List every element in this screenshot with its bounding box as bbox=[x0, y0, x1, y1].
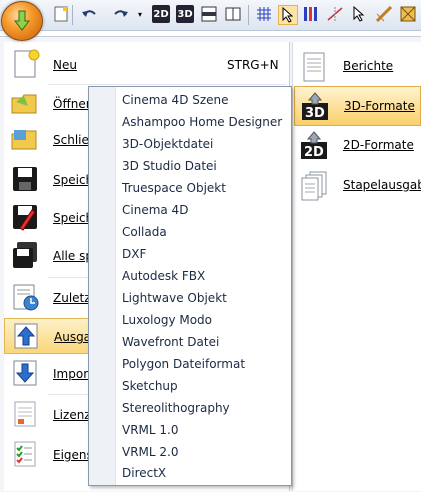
app-menu-orb[interactable] bbox=[1, 1, 43, 41]
toolbar-separator bbox=[248, 5, 249, 25]
import-icon bbox=[10, 358, 40, 388]
submenu-item[interactable]: DXF bbox=[122, 244, 146, 264]
columns-icon[interactable] bbox=[301, 5, 319, 23]
submenu-item[interactable]: 3D-Objektdatei bbox=[122, 134, 213, 154]
menu-item-label: 2D-Formate bbox=[343, 138, 414, 152]
floor-icon[interactable] bbox=[200, 5, 218, 23]
new-document-icon bbox=[10, 49, 40, 79]
submenu-item[interactable]: Lightwave Objekt bbox=[122, 288, 227, 308]
3d-formats-submenu: Cinema 4D Szene Ashampoo Home Designer 3… bbox=[88, 86, 292, 486]
properties-icon bbox=[10, 439, 40, 469]
reports-icon bbox=[298, 51, 330, 83]
submenu-item[interactable]: Luxology Modo bbox=[122, 310, 212, 330]
menu-item-label: Berichte bbox=[343, 59, 394, 73]
batch-export-icon bbox=[298, 170, 330, 202]
quick-access-toolbar: ▾ 2D 3D bbox=[0, 0, 421, 31]
license-icon bbox=[10, 399, 40, 429]
submenu-item[interactable]: Stereolithography bbox=[122, 398, 230, 418]
export-icon bbox=[11, 321, 41, 351]
submenu-item[interactable]: Wavefront Datei bbox=[122, 332, 219, 352]
save-all-icon bbox=[10, 240, 40, 270]
menu-item-label: Eigens bbox=[53, 448, 93, 462]
chevron-down-icon[interactable]: ▾ bbox=[131, 5, 149, 23]
submenu-item[interactable]: Collada bbox=[122, 222, 167, 242]
select-icon[interactable] bbox=[350, 5, 368, 23]
menu-item-reports[interactable]: Berichte bbox=[294, 47, 421, 87]
svg-text:2D: 2D bbox=[304, 145, 324, 160]
wall-icon[interactable] bbox=[375, 5, 393, 23]
menu-item-label: Schlie bbox=[53, 133, 89, 147]
submenu-item[interactable]: Cinema 4D Szene bbox=[122, 90, 229, 110]
2d-formats-icon: 2D bbox=[298, 130, 330, 162]
2d-icon[interactable]: 2D bbox=[152, 5, 170, 23]
shortcut-label: STRG+N bbox=[227, 58, 279, 72]
roof-icon[interactable] bbox=[399, 5, 417, 23]
submenu-item[interactable]: Autodesk FBX bbox=[122, 266, 205, 286]
menu-item-label: Ausga bbox=[54, 330, 92, 344]
3d-formats-icon: 3D bbox=[299, 91, 331, 123]
arrow-down-icon bbox=[14, 10, 30, 31]
toolbar-separator bbox=[72, 5, 73, 25]
save-as-icon bbox=[10, 202, 40, 232]
view-icon[interactable] bbox=[224, 5, 242, 23]
menu-item-label: 3D-Formate bbox=[344, 99, 415, 113]
submenu-item[interactable]: Polygon Dateiformat bbox=[122, 354, 245, 374]
cursor-icon[interactable] bbox=[278, 5, 298, 25]
new-page-icon[interactable] bbox=[52, 5, 70, 23]
submenu-item[interactable]: Sketchup bbox=[122, 376, 178, 396]
menu-item-2d-formats[interactable]: 2D 2D-Formate bbox=[294, 126, 421, 166]
menu-item-new[interactable]: Neu STRG+N bbox=[4, 47, 287, 83]
open-folder-icon bbox=[10, 88, 40, 118]
close-folder-icon bbox=[10, 124, 40, 154]
menu-item-label: Öffner bbox=[53, 97, 91, 111]
menu-item-label: Neu bbox=[53, 58, 77, 72]
menu-item-batch-export[interactable]: Stapelausgabe bbox=[294, 166, 421, 206]
submenu-gutter bbox=[89, 87, 116, 485]
submenu-item[interactable]: Ashampoo Home Designer bbox=[122, 112, 282, 132]
menu-divider bbox=[48, 84, 286, 85]
submenu-item[interactable]: 3D Studio Datei bbox=[122, 156, 217, 176]
menu-item-label: Alle sp bbox=[53, 249, 93, 263]
undo-icon[interactable] bbox=[80, 5, 98, 23]
submenu-item[interactable]: Truespace Objekt bbox=[122, 178, 226, 198]
menu-item-label: Lizenz bbox=[53, 408, 91, 422]
submenu-item[interactable]: Cinema 4D bbox=[122, 200, 188, 220]
menu-item-label: Stapelausgabe bbox=[343, 178, 421, 192]
3d-icon[interactable]: 3D bbox=[176, 5, 194, 23]
submenu-item[interactable]: VRML 2.0 bbox=[122, 442, 178, 462]
save-icon bbox=[10, 164, 40, 194]
menu-item-3d-formats[interactable]: 3D 3D-Formate bbox=[294, 86, 421, 126]
svg-text:3D: 3D bbox=[305, 106, 325, 121]
submenu-item[interactable]: DirectX bbox=[122, 463, 166, 483]
menu-item-label: Import bbox=[53, 367, 93, 381]
redo-icon[interactable] bbox=[112, 5, 130, 23]
measure-icon[interactable] bbox=[326, 5, 344, 23]
grid-icon[interactable] bbox=[255, 5, 273, 23]
recent-icon bbox=[10, 282, 40, 312]
submenu-item[interactable]: VRML 1.0 bbox=[122, 420, 178, 440]
